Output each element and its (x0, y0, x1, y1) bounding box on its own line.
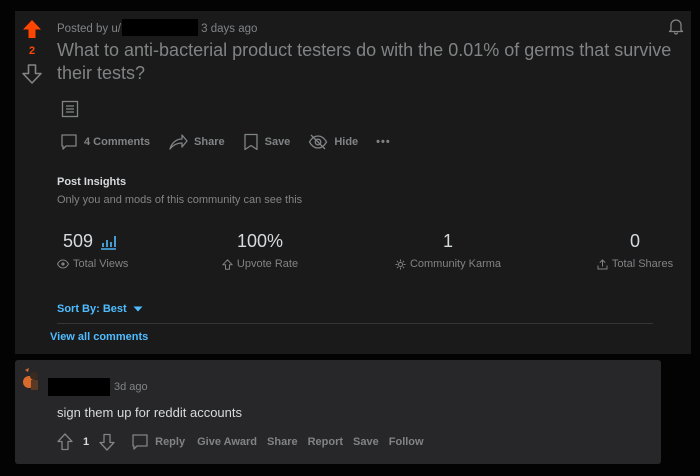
post-actions: 4 Comments Share Save Hide ••• (60, 133, 391, 151)
stat-total-shares: 0 Total Shares (590, 231, 680, 270)
comments-count-label: 4 Comments (84, 136, 151, 148)
more-dots-icon: ••• (376, 136, 391, 148)
total-shares-label: Total Shares (611, 258, 674, 270)
total-shares-value: 0 (629, 231, 640, 251)
share-button[interactable]: Share (168, 133, 225, 151)
user-avatar[interactable] (21, 366, 47, 396)
stat-upvote-label-row: Upvote Rate (210, 258, 310, 270)
caret-down-icon (133, 306, 143, 312)
notification-bell-icon[interactable] (667, 17, 685, 35)
hide-label: Hide (334, 136, 359, 148)
post-meta: Posted by u/ 3 days ago (57, 19, 257, 36)
stat-upvote-rate: 100% Upvote Rate (210, 231, 310, 270)
comment-card: 3d ago sign them up for reddit accounts … (15, 360, 661, 464)
comment-icon (61, 134, 77, 150)
comment-score: 1 (83, 436, 90, 448)
upvote-outline-icon (222, 258, 233, 270)
sort-label: Sort By: Best (57, 303, 127, 315)
stat-total-views: 509 Total Views (57, 231, 137, 270)
share-label: Share (194, 136, 225, 148)
insights-title: Post Insights (57, 176, 127, 188)
report-button[interactable]: Report (308, 436, 343, 448)
comment-body: sign them up for reddit accounts (57, 405, 242, 420)
bar-chart-icon[interactable] (99, 234, 117, 250)
stat-community-karma: 1 Community Karma (388, 231, 508, 270)
community-karma-label: Community Karma (409, 258, 502, 270)
comment-upvote-icon[interactable] (57, 433, 73, 451)
stat-views-label-row: Total Views (57, 258, 137, 270)
post-age: 3 days ago (201, 23, 258, 35)
post-title[interactable]: What to anti-bacterial product testers d… (57, 39, 677, 85)
post-score: 2 (28, 45, 36, 57)
posted-by-label: Posted by u/ (57, 23, 121, 35)
comments-button[interactable]: 4 Comments (60, 133, 150, 151)
downvote-icon[interactable] (22, 64, 42, 84)
stat-shares-label-row: Total Shares (590, 258, 680, 270)
redacted-commenter-name (48, 378, 110, 396)
vote-column: 2 (15, 11, 49, 91)
text-post-icon[interactable] (61, 100, 79, 118)
give-award-button[interactable]: Give Award (197, 436, 257, 448)
reply-button[interactable]: Reply (131, 433, 185, 451)
comment-downvote-icon[interactable] (99, 433, 115, 451)
comment-share-button[interactable]: Share (267, 436, 298, 448)
view-all-comments-link[interactable]: View all comments (50, 331, 148, 343)
more-options-button[interactable]: ••• (376, 136, 391, 148)
eye-icon (57, 259, 69, 269)
follow-button[interactable]: Follow (389, 436, 424, 448)
insights-subtitle: Only you and mods of this community can … (57, 194, 303, 206)
sort-dropdown[interactable]: Sort By: Best (57, 303, 143, 315)
hide-eye-icon (309, 134, 328, 150)
share-upload-icon (597, 258, 608, 269)
upvote-icon[interactable] (22, 19, 42, 39)
post-card: 2 Posted by u/ 3 days ago What to anti-b… (15, 11, 691, 354)
upvote-rate-label: Upvote Rate (236, 258, 299, 270)
bookmark-icon (243, 133, 258, 151)
hide-button[interactable]: Hide (308, 133, 358, 151)
karma-icon (395, 259, 406, 269)
save-button[interactable]: Save (243, 133, 291, 151)
share-icon (169, 134, 188, 150)
total-views-value: 509 (63, 231, 94, 251)
stat-karma-label-row: Community Karma (388, 258, 508, 270)
comment-save-button[interactable]: Save (353, 436, 379, 448)
comment-age: 3d ago (114, 381, 148, 393)
comment-actions: 1 Reply Give Award Share Report Save Fol… (57, 433, 424, 451)
reply-comment-icon (132, 434, 148, 450)
redacted-username (121, 19, 198, 36)
stat-views-value-row: 509 (57, 231, 137, 252)
community-karma-value: 1 (442, 231, 453, 251)
total-views-label: Total Views (73, 258, 129, 270)
divider (57, 323, 653, 324)
save-label: Save (264, 136, 291, 148)
upvote-rate-value: 100% (236, 231, 284, 251)
reply-label: Reply (155, 436, 186, 448)
